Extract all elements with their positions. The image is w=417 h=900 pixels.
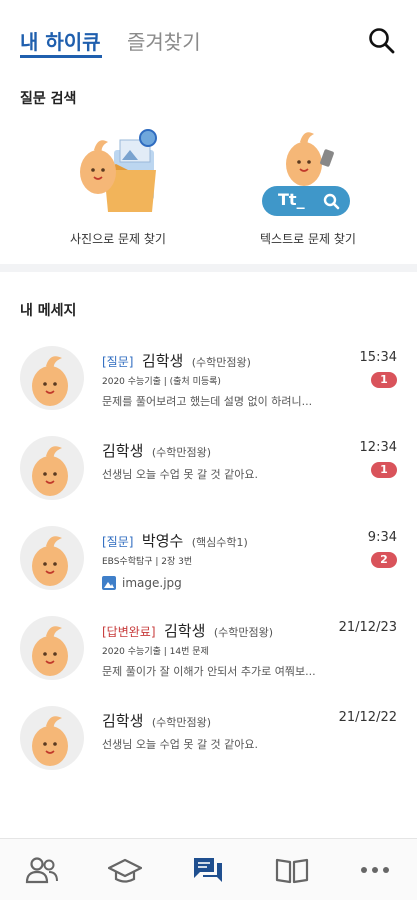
unread-badge: 1 (371, 462, 397, 478)
message-time: 12:34 (359, 440, 397, 455)
book-title: (수학만점왕) (151, 716, 212, 729)
sender-name: 김학생 (141, 352, 184, 370)
book-icon (275, 858, 308, 883)
book-title: (수학만점왕) (213, 626, 274, 639)
nav-learning[interactable] (100, 850, 150, 890)
message-item[interactable]: 김학생 (수학만점왕) 12:34 선생님 오늘 수업 못 갈 것 같아요. 1 (0, 420, 417, 510)
photo-search-card[interactable]: 사진으로 문제 찾기 (28, 120, 208, 250)
message-time: 9:34 (367, 530, 397, 545)
answered-tag: [답변완료] (102, 625, 156, 639)
photo-search-illustration (80, 129, 157, 212)
avatar (20, 616, 84, 680)
message-time: 21/12/22 (338, 710, 397, 725)
book-title: (수학만점왕) (151, 446, 212, 459)
problem-meta: 2020 수능기출 | 14번 문제 (102, 647, 209, 657)
message-preview: 선생님 오늘 수업 못 갈 것 같아요. (102, 738, 259, 751)
message-item[interactable]: [질문] 박영수 (핵심수학1) 9:34 EBS수학탐구 | 2장 3번 im… (0, 510, 417, 600)
sender-name: 김학생 (163, 622, 206, 640)
message-item[interactable]: 김학생 (수학만점왕) 21/12/22 선생님 오늘 수업 못 갈 것 같아요… (0, 690, 417, 780)
tab-my-hiq[interactable]: 내 하이큐 (20, 26, 101, 55)
avatar (20, 346, 84, 410)
message-preview: 문제 풀이가 잘 이해가 안되서 추가로 여쭤보... (102, 665, 316, 678)
problem-meta: 2020 수능기출 | (출처 미등록) (102, 377, 221, 387)
message-preview: 문제를 풀어보려고 했는데 설명 없이 하려니... (102, 395, 313, 408)
nav-messages[interactable] (183, 850, 233, 890)
unread-badge: 1 (371, 372, 397, 388)
sender-name: 박영수 (141, 532, 184, 550)
tab-favorites[interactable]: 즐겨찾기 (127, 26, 201, 55)
text-search-label: 텍스트로 문제 찾기 (260, 232, 356, 246)
attachment-filename: image.jpg (122, 576, 182, 590)
more-icon (361, 866, 390, 873)
nav-people[interactable] (17, 850, 67, 890)
question-tag: [질문] (102, 355, 134, 369)
text-search-badge-text: Tt_ (278, 190, 305, 209)
nav-book[interactable] (267, 850, 317, 890)
message-time: 15:34 (359, 350, 397, 365)
chat-icon (194, 857, 223, 882)
question-search-title: 질문 검색 (20, 91, 77, 107)
message-item[interactable]: [질문] 김학생 (수학만점왕) 15:34 2020 수능기출 | (출처 미… (0, 330, 417, 420)
sender-name: 김학생 (102, 442, 144, 460)
header: 내 하이큐 즐겨찾기 (0, 0, 417, 70)
problem-meta: EBS수학탐구 | 2장 3번 (102, 557, 193, 567)
bottom-nav (0, 838, 417, 900)
question-tag: [질문] (102, 535, 134, 549)
message-preview: 선생님 오늘 수업 못 갈 것 같아요. (102, 468, 259, 481)
active-tab-indicator (20, 55, 102, 58)
avatar (20, 526, 84, 590)
message-item[interactable]: [답변완료] 김학생 (수학만점왕) 21/12/23 2020 수능기출 | … (0, 600, 417, 690)
sender-name: 김학생 (102, 712, 144, 730)
people-icon (25, 856, 58, 883)
graduation-cap-icon (108, 858, 143, 883)
book-title: (핵심수학1) (191, 536, 248, 549)
search-icon[interactable] (367, 26, 397, 56)
text-search-illustration (262, 132, 350, 216)
text-search-card[interactable]: Tt_ 텍스트로 문제 찾기 (218, 120, 398, 250)
messages-title: 내 메세지 (20, 303, 77, 319)
unread-badge: 2 (371, 552, 397, 568)
image-icon (102, 576, 116, 590)
attachment[interactable]: image.jpg (102, 576, 182, 590)
avatar (20, 436, 84, 500)
photo-search-label: 사진으로 문제 찾기 (70, 232, 166, 246)
section-divider (0, 264, 417, 272)
book-title: (수학만점왕) (191, 356, 251, 369)
message-time: 21/12/23 (338, 620, 397, 635)
nav-more[interactable] (350, 850, 400, 890)
avatar (20, 706, 84, 770)
